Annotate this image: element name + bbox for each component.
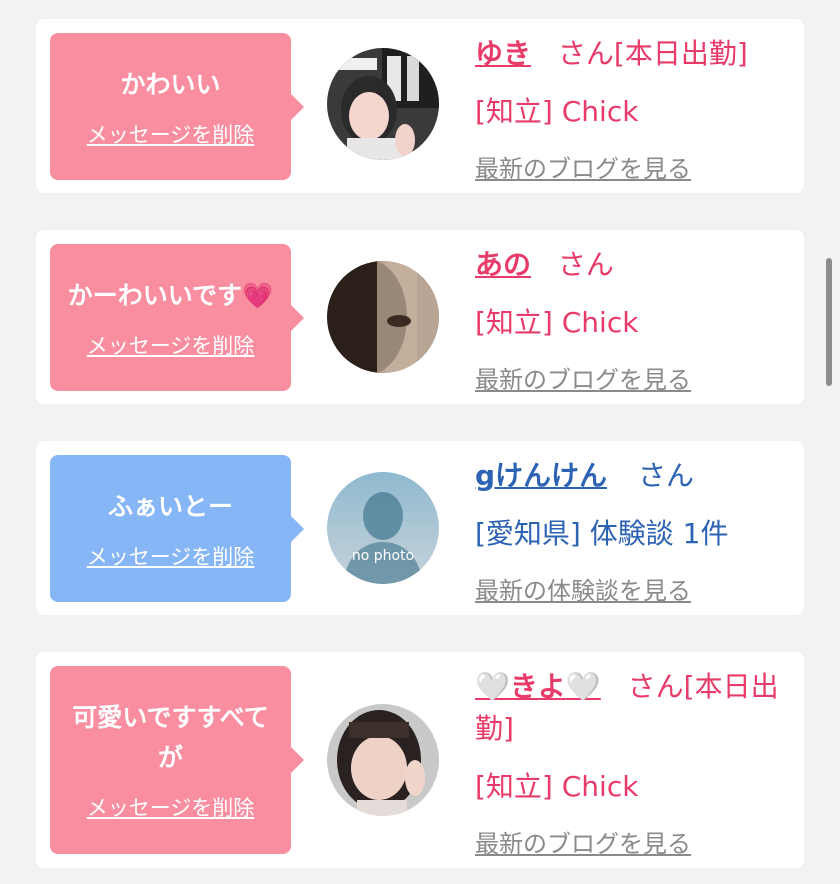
photo-avatar-icon[interactable] (327, 261, 439, 373)
name-suffix: さん (557, 248, 614, 281)
profile-name-text: きよ (509, 670, 566, 703)
no-photo-avatar-icon[interactable]: no photo (327, 472, 439, 584)
latest-blog-link[interactable]: 最新のブログを見る (475, 149, 691, 184)
message-text: 可愛いですすべてが (72, 703, 269, 772)
profile-name-link[interactable]: ゆき (475, 37, 531, 70)
delete-message-link[interactable]: メッセージを削除 (87, 119, 255, 149)
profile-location: [愛知県] 体験談 1件 (475, 517, 729, 550)
delete-message-link[interactable]: メッセージを削除 (87, 330, 255, 360)
message-card: かわいい メッセージを削除 ゆき さん[本日出勤] [知立] Chick 最新の… (36, 19, 804, 193)
profile-location: [知立] Chick (475, 770, 639, 803)
profile-name-link[interactable]: gけんけん (475, 459, 607, 492)
message-card: 可愛いですすべてが メッセージを削除 🤍きよ🤍 さん[本日出勤] [知立] Ch… (36, 652, 804, 868)
profile-info: ゆき さん[本日出勤] [知立] Chick 最新のブログを見る (475, 33, 795, 184)
profile-location: [知立] Chick (475, 95, 639, 128)
name-suffix: さん[本日出勤] (557, 37, 748, 70)
no-photo-text: no photo (352, 548, 414, 564)
profile-location: [知立] Chick (475, 306, 639, 339)
latest-blog-link[interactable]: 最新のブログを見る (475, 824, 691, 859)
profile-name-link[interactable]: 🤍きよ🤍 (475, 670, 602, 704)
message-bubble: かーわいいです💗 メッセージを削除 (50, 244, 304, 391)
white-heart-icon: 🤍 (475, 670, 511, 704)
name-suffix: さん (637, 459, 694, 492)
latest-review-link[interactable]: 最新の体験談を見る (475, 571, 691, 606)
latest-blog-link[interactable]: 最新のブログを見る (475, 360, 691, 395)
delete-message-link[interactable]: メッセージを削除 (87, 541, 255, 571)
profile-info: あの さん [知立] Chick 最新のブログを見る (475, 244, 795, 395)
message-text-content: かーわいいです (67, 280, 243, 310)
delete-message-link[interactable]: メッセージを削除 (87, 792, 255, 822)
message-card: かーわいいです💗 メッセージを削除 あの さん [知立] Chick 最新のブロ… (36, 230, 804, 404)
profile-name-link[interactable]: あの (475, 248, 531, 281)
message-bubble: かわいい メッセージを削除 (50, 33, 304, 180)
white-heart-icon: 🤍 (565, 670, 601, 704)
message-bubble: 可愛いですすべてが メッセージを削除 (50, 666, 304, 854)
message-text: かわいい (120, 69, 221, 99)
scrollbar[interactable] (826, 258, 832, 386)
photo-avatar-icon[interactable] (327, 704, 439, 816)
message-text: ふぁいとー (107, 491, 233, 521)
photo-avatar-icon[interactable] (327, 48, 439, 160)
profile-info: gけんけん さん [愛知県] 体験談 1件 最新の体験談を見る (475, 455, 795, 606)
heart-emoji-icon: 💗 (242, 280, 274, 310)
profile-info: 🤍きよ🤍 さん[本日出勤] [知立] Chick 最新のブログを見る (475, 666, 795, 859)
message-bubble: ふぁいとー メッセージを削除 (50, 455, 304, 602)
message-text: かーわいいです💗 (60, 276, 281, 316)
message-card: ふぁいとー メッセージを削除 no photo gけんけん さん [愛知県] 体… (36, 441, 804, 615)
